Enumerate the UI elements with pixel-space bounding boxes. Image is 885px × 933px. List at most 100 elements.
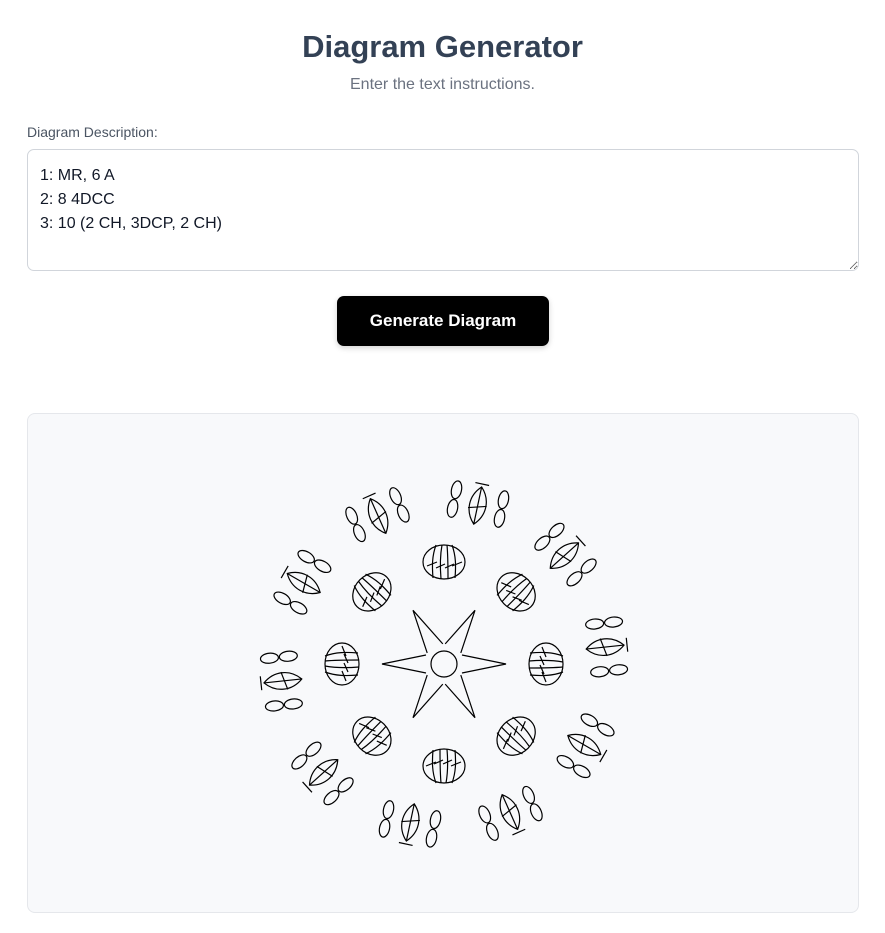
round2-crossbar (518, 599, 530, 606)
round2-crossbar (376, 586, 381, 596)
round2-cluster-outline (352, 572, 392, 612)
round2-post (451, 749, 457, 784)
round2-cluster-outline (528, 642, 564, 686)
round3-top-bar (599, 749, 608, 763)
round3-stitch (378, 800, 442, 848)
round2-post (357, 720, 382, 747)
round2-stitch (496, 716, 536, 756)
generate-diagram-button[interactable]: Generate Diagram (337, 296, 549, 346)
round2-post (529, 651, 564, 657)
round3-top-bar (362, 492, 376, 500)
round2-post (324, 665, 360, 669)
round3-post (501, 794, 519, 830)
round2-post (506, 581, 531, 608)
round3-chain (389, 487, 403, 506)
round3-chain (264, 700, 285, 712)
round3-stitch (585, 616, 629, 678)
round3-stitch (534, 522, 597, 587)
round3-chain (259, 652, 280, 664)
round2-crossbar (358, 722, 370, 729)
round3-crossbar (468, 505, 487, 509)
round2-post (439, 544, 443, 580)
round3-post (586, 644, 625, 650)
round2-cluster-outline (422, 748, 466, 784)
round3-chain (497, 490, 510, 510)
round2-crossbar (366, 727, 376, 732)
round3-chain (283, 698, 303, 710)
round3-chain (289, 600, 308, 615)
round3-chain (450, 480, 463, 500)
round1-stitch (444, 609, 476, 654)
round3-post (263, 678, 302, 684)
round3-chain (493, 508, 506, 528)
round3-chain (273, 591, 291, 606)
round3-chain (580, 713, 599, 728)
round2-post (439, 748, 442, 784)
round3-chain (608, 664, 629, 676)
crochet-diagram (259, 480, 629, 848)
round3-chain (603, 616, 624, 628)
round2-stitch (352, 572, 392, 612)
round2-post (446, 544, 449, 580)
round1-stitch (461, 654, 507, 674)
round2-stitch (352, 716, 392, 756)
round3-chain (396, 504, 410, 523)
diagram-panel (27, 413, 859, 913)
round3-stitch (291, 741, 354, 806)
round2-post (324, 659, 360, 662)
round2-post (324, 651, 359, 657)
round2-crossbar (507, 732, 512, 742)
round3-chain (585, 618, 605, 630)
page: Diagram Generator Enter the text instruc… (0, 0, 885, 933)
round3-top-bar (475, 481, 490, 487)
round3-chain (522, 785, 536, 804)
round2-post (445, 748, 449, 784)
magic-ring (430, 650, 458, 678)
round3-chain (556, 754, 575, 769)
description-textarea[interactable] (27, 149, 859, 271)
round2-post (528, 666, 564, 669)
round3-stitch (345, 487, 410, 543)
round3-top-bar (625, 637, 629, 652)
round3-stitch (446, 480, 510, 528)
round2-stitch (496, 572, 536, 612)
round3-chain (478, 805, 492, 824)
round2-cluster-outline (496, 572, 536, 612)
round2-post (528, 659, 564, 663)
round3-chain (313, 559, 332, 574)
round2-stitch (422, 544, 466, 580)
round1-stitch (412, 674, 444, 719)
round2-stitch (528, 642, 564, 686)
round1-spike (444, 609, 476, 654)
round1-spike (412, 674, 444, 719)
round2-crossbar (512, 596, 522, 601)
round1-spike (461, 654, 507, 674)
page-title: Diagram Generator (302, 29, 583, 64)
round3-chain (382, 800, 395, 820)
round1-spike (444, 674, 476, 719)
round3-stitch (273, 549, 332, 615)
round2-cluster-outline (324, 642, 360, 686)
round2-crossbar (379, 578, 386, 590)
round1-spike (412, 609, 444, 654)
round1-spike (381, 654, 427, 674)
round3-chain (425, 828, 438, 848)
round2-post (324, 671, 359, 677)
round2-cluster-outline (422, 544, 466, 580)
round2-post (451, 544, 457, 579)
round2-post (529, 671, 564, 677)
round2-cluster-outline (496, 716, 536, 756)
round3-chain (529, 803, 543, 822)
round1-stitch (444, 674, 476, 719)
round3-post (369, 498, 387, 534)
round3-chain (429, 810, 442, 830)
description-label: Diagram Description: (27, 124, 158, 140)
page-subtitle: Enter the text instructions. (350, 76, 535, 93)
round3-top-bar (398, 841, 413, 847)
round3-chain (278, 650, 298, 662)
round2-post (500, 726, 527, 751)
round3-stitch (478, 785, 543, 841)
round3-crossbar (401, 819, 420, 823)
round3-stitch (556, 713, 615, 779)
round3-chain (345, 506, 359, 525)
